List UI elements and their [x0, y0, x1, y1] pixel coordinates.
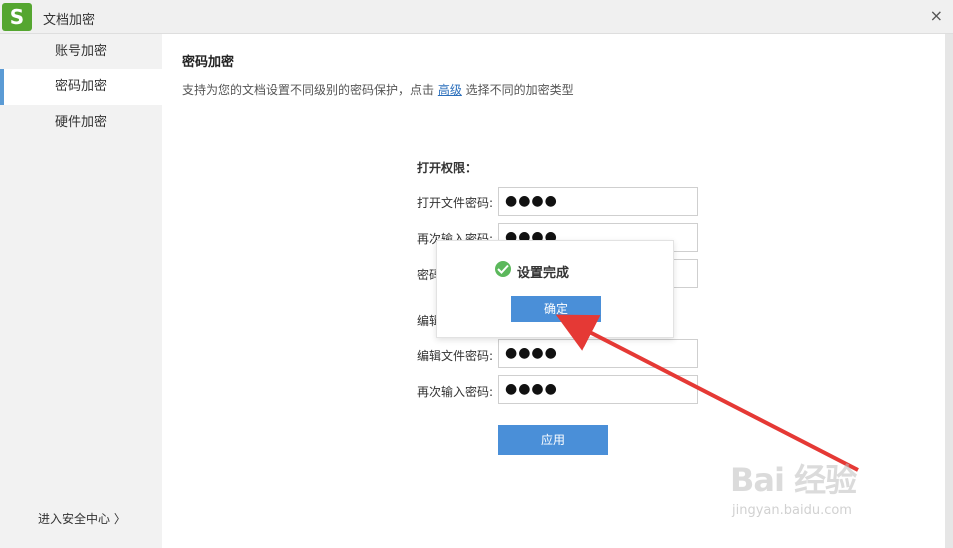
- watermark-url: jingyan.baidu.com: [732, 503, 852, 518]
- watermark-text: Bai 经验: [730, 461, 857, 499]
- baidu-watermark: Bai 经验 jingyan.baidu.com: [730, 455, 910, 535]
